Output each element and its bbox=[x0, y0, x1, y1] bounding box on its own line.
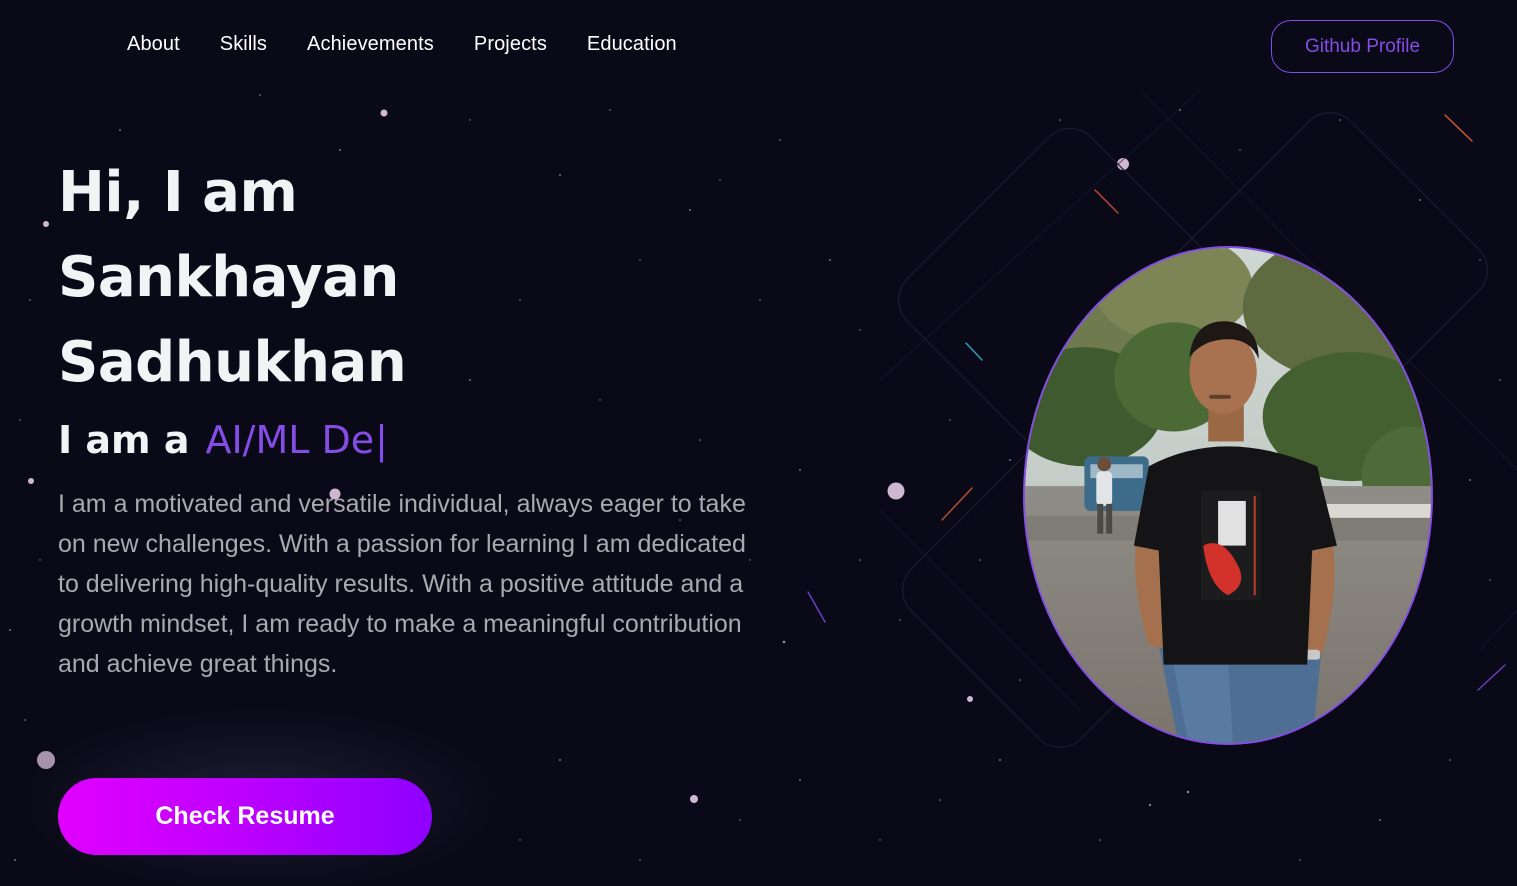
nav-link-projects[interactable]: Projects bbox=[474, 33, 547, 56]
profile-photo-image bbox=[1025, 248, 1431, 743]
role-typed-text: AI/ML De bbox=[205, 418, 375, 462]
nav-link-achievements[interactable]: Achievements bbox=[307, 33, 434, 56]
role-typewriter: I am a AI/ML De | bbox=[58, 418, 388, 462]
nav-links: About Skills Achievements Projects Educa… bbox=[127, 33, 677, 56]
typing-cursor: | bbox=[375, 418, 388, 462]
hero-title-line-2: Sankhayan bbox=[58, 245, 399, 310]
nav-link-about[interactable]: About bbox=[127, 33, 180, 56]
hero-title-line-1: Hi, I am bbox=[58, 160, 298, 225]
check-resume-button[interactable]: Check Resume bbox=[58, 778, 432, 855]
top-navbar: About Skills Achievements Projects Educa… bbox=[0, 0, 1517, 96]
github-profile-button[interactable]: Github Profile bbox=[1271, 20, 1454, 73]
role-prefix: I am a bbox=[58, 418, 190, 462]
hero-title: Hi, I am Sankhayan Sadhukhan bbox=[58, 150, 658, 405]
hero-description: I am a motivated and versatile individua… bbox=[58, 490, 746, 678]
profile-photo bbox=[1023, 246, 1433, 745]
nav-link-education[interactable]: Education bbox=[587, 33, 677, 56]
nav-link-skills[interactable]: Skills bbox=[220, 33, 267, 56]
portfolio-page: About Skills Achievements Projects Educa… bbox=[0, 0, 1517, 886]
hero-title-line-3: Sadhukhan bbox=[58, 330, 407, 395]
